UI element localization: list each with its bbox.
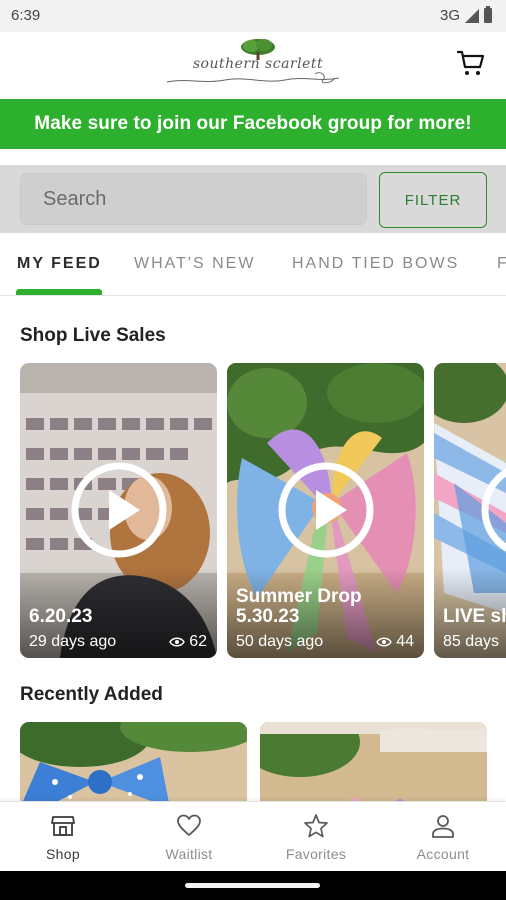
- filter-button[interactable]: FILTER: [379, 172, 487, 228]
- logo-flourish: [166, 72, 340, 84]
- active-tab-indicator: [16, 289, 102, 295]
- view-count: 44: [376, 633, 414, 651]
- nav-label: Shop: [46, 846, 80, 862]
- search-input[interactable]: [20, 173, 367, 225]
- status-bar: 6:39 3G: [0, 0, 506, 32]
- status-indicators: 3G: [439, 6, 492, 24]
- product-card[interactable]: [260, 722, 487, 808]
- live-sale-card[interactable]: 6.20.23 29 days ago 62: [20, 363, 217, 658]
- eye-icon: [376, 637, 393, 647]
- nav-shop[interactable]: Shop: [0, 802, 126, 872]
- play-icon: [278, 462, 373, 558]
- play-icon: [481, 468, 506, 552]
- view-count-value: 62: [189, 633, 207, 650]
- live-sale-title: 6.20.23: [29, 606, 93, 627]
- tab-my-feed[interactable]: MY FEED: [17, 255, 102, 273]
- product-card[interactable]: [20, 722, 247, 808]
- cart-icon[interactable]: [456, 48, 486, 78]
- brand-logo[interactable]: southern scarlett: [165, 38, 341, 94]
- live-sale-card[interactable]: Summer Drop 5.30.23 50 days ago 44: [227, 363, 424, 658]
- bottom-navigation: Shop Waitlist Favorites Account: [0, 801, 506, 871]
- person-icon: [432, 815, 454, 838]
- nav-label: Favorites: [285, 846, 347, 862]
- status-time: 6:39: [11, 7, 41, 24]
- star-icon: [304, 814, 328, 838]
- network-type: 3G: [439, 7, 460, 24]
- product-thumbnail: [260, 722, 487, 808]
- search-bar-area: FILTER: [0, 165, 506, 233]
- heart-icon: [177, 814, 201, 836]
- nav-label: Waitlist: [165, 846, 213, 862]
- tab-whats-new[interactable]: WHAT'S NEW: [134, 255, 255, 273]
- nav-waitlist[interactable]: Waitlist: [126, 802, 252, 872]
- store-icon: [51, 816, 75, 836]
- category-tabs: MY FEED WHAT'S NEW HAND TIED BOWS F: [0, 233, 506, 296]
- nav-account[interactable]: Account: [380, 802, 506, 872]
- live-sales-heading: Shop Live Sales: [20, 325, 166, 346]
- play-icon: [71, 462, 166, 558]
- product-thumbnail: [20, 722, 247, 808]
- view-count-value: 44: [396, 633, 414, 650]
- eye-icon: [169, 637, 186, 647]
- nav-label: Account: [416, 846, 470, 862]
- tab-hand-tied-bows[interactable]: HAND TIED BOWS: [292, 255, 459, 273]
- signal-icon: [465, 8, 479, 23]
- live-sale-title: Summer Drop 5.30.23: [236, 586, 362, 627]
- live-sale-age: 85 days: [443, 633, 500, 650]
- live-sale-card[interactable]: LIVE sh 85 days: [434, 363, 506, 658]
- live-sale-title: LIVE sh: [443, 606, 506, 627]
- home-gesture-handle[interactable]: [185, 883, 320, 888]
- facebook-promo-banner[interactable]: Make sure to join our Facebook group for…: [0, 99, 506, 149]
- battery-icon: [484, 6, 492, 23]
- live-sale-age: 50 days ago: [236, 633, 324, 650]
- tab-partial[interactable]: F: [497, 255, 506, 273]
- view-count: 62: [169, 633, 207, 651]
- system-navigation-bar: [0, 871, 506, 900]
- recently-added-heading: Recently Added: [20, 684, 163, 705]
- app-header: southern scarlett: [0, 32, 506, 99]
- live-sale-age: 29 days ago: [29, 633, 117, 650]
- promo-text: Make sure to join our Facebook group for…: [34, 113, 472, 134]
- nav-favorites[interactable]: Favorites: [253, 802, 379, 872]
